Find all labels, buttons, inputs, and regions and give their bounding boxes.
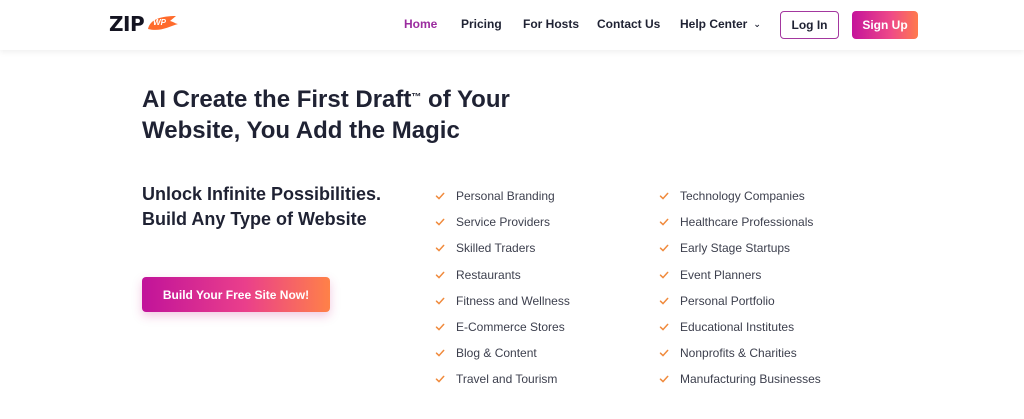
list-item: Healthcare Professionals <box>659 209 821 235</box>
nav-home[interactable]: Home <box>404 17 437 31</box>
website-types-list-right: Technology Companies Healthcare Professi… <box>659 183 821 393</box>
list-item-label: Travel and Tourism <box>456 372 558 387</box>
list-item-label: Personal Portfolio <box>680 293 775 308</box>
check-icon <box>659 323 669 331</box>
list-item: Blog & Content <box>435 340 570 366</box>
list-item: Service Providers <box>435 209 570 235</box>
chevron-down-icon: ⌄ <box>753 19 761 29</box>
list-item-label: Technology Companies <box>680 189 805 204</box>
check-icon <box>435 297 445 305</box>
check-icon <box>659 297 669 305</box>
nav-contact-us[interactable]: Contact Us <box>597 17 660 31</box>
check-icon <box>659 376 669 384</box>
list-item-label: E-Commerce Stores <box>456 320 565 335</box>
nav-help-center[interactable]: Help Center ⌄ <box>680 17 761 31</box>
check-icon <box>435 218 445 226</box>
list-item-label: Skilled Traders <box>456 241 536 256</box>
check-icon <box>435 323 445 331</box>
check-icon <box>435 245 445 253</box>
nav-pricing[interactable]: Pricing <box>461 17 502 31</box>
list-item-label: Blog & Content <box>456 346 537 361</box>
list-item: Skilled Traders <box>435 235 570 261</box>
check-icon <box>659 218 669 226</box>
build-free-site-button[interactable]: Build Your Free Site Now! <box>142 277 330 312</box>
trademark-symbol: ™ <box>411 92 422 103</box>
site-header: ZIP WP Home Pricing For Hosts Contact Us… <box>0 0 1024 50</box>
login-button[interactable]: Log In <box>780 11 839 39</box>
list-item: Nonprofits & Charities <box>659 340 821 366</box>
check-icon <box>435 192 445 200</box>
nav-help-center-label: Help Center <box>680 17 748 31</box>
list-item: Personal Branding <box>435 183 570 209</box>
list-item: Manufacturing Businesses <box>659 366 821 392</box>
check-icon <box>659 271 669 279</box>
list-item-label: Event Planners <box>680 267 762 282</box>
signup-button[interactable]: Sign Up <box>852 11 918 39</box>
check-icon <box>435 271 445 279</box>
list-item: Travel and Tourism <box>435 366 570 392</box>
list-item: Restaurants <box>435 262 570 288</box>
check-icon <box>435 349 445 357</box>
check-icon <box>659 192 669 200</box>
hero-title-part1: AI Create the First Draft <box>142 86 412 113</box>
list-item: Event Planners <box>659 262 821 288</box>
list-item: Early Stage Startups <box>659 235 821 261</box>
hero-subtitle: Unlock Infinite Possibilities. Build Any… <box>142 184 382 229</box>
list-item-label: Personal Branding <box>456 189 555 204</box>
list-item: E-Commerce Stores <box>435 314 570 340</box>
list-item-label: Healthcare Professionals <box>680 215 814 230</box>
nav-for-hosts[interactable]: For Hosts <box>523 17 579 31</box>
check-icon <box>435 376 445 384</box>
list-item-label: Early Stage Startups <box>680 241 791 256</box>
list-item-label: Nonprofits & Charities <box>680 346 797 361</box>
list-item-label: Fitness and Wellness <box>456 293 570 308</box>
hero-title: AI Create the First Draft™ of Your Websi… <box>142 84 562 146</box>
check-icon <box>659 349 669 357</box>
list-item-label: Service Providers <box>456 215 551 230</box>
list-item: Educational Institutes <box>659 314 821 340</box>
list-item-label: Manufacturing Businesses <box>680 372 821 387</box>
check-icon <box>659 245 669 253</box>
list-item: Personal Portfolio <box>659 288 821 314</box>
website-types-list-left: Personal Branding Service Providers Skil… <box>435 183 570 393</box>
list-item-label: Educational Institutes <box>680 320 795 335</box>
list-item: Fitness and Wellness <box>435 288 570 314</box>
list-item-label: Restaurants <box>456 267 521 282</box>
list-item: Technology Companies <box>659 183 821 209</box>
